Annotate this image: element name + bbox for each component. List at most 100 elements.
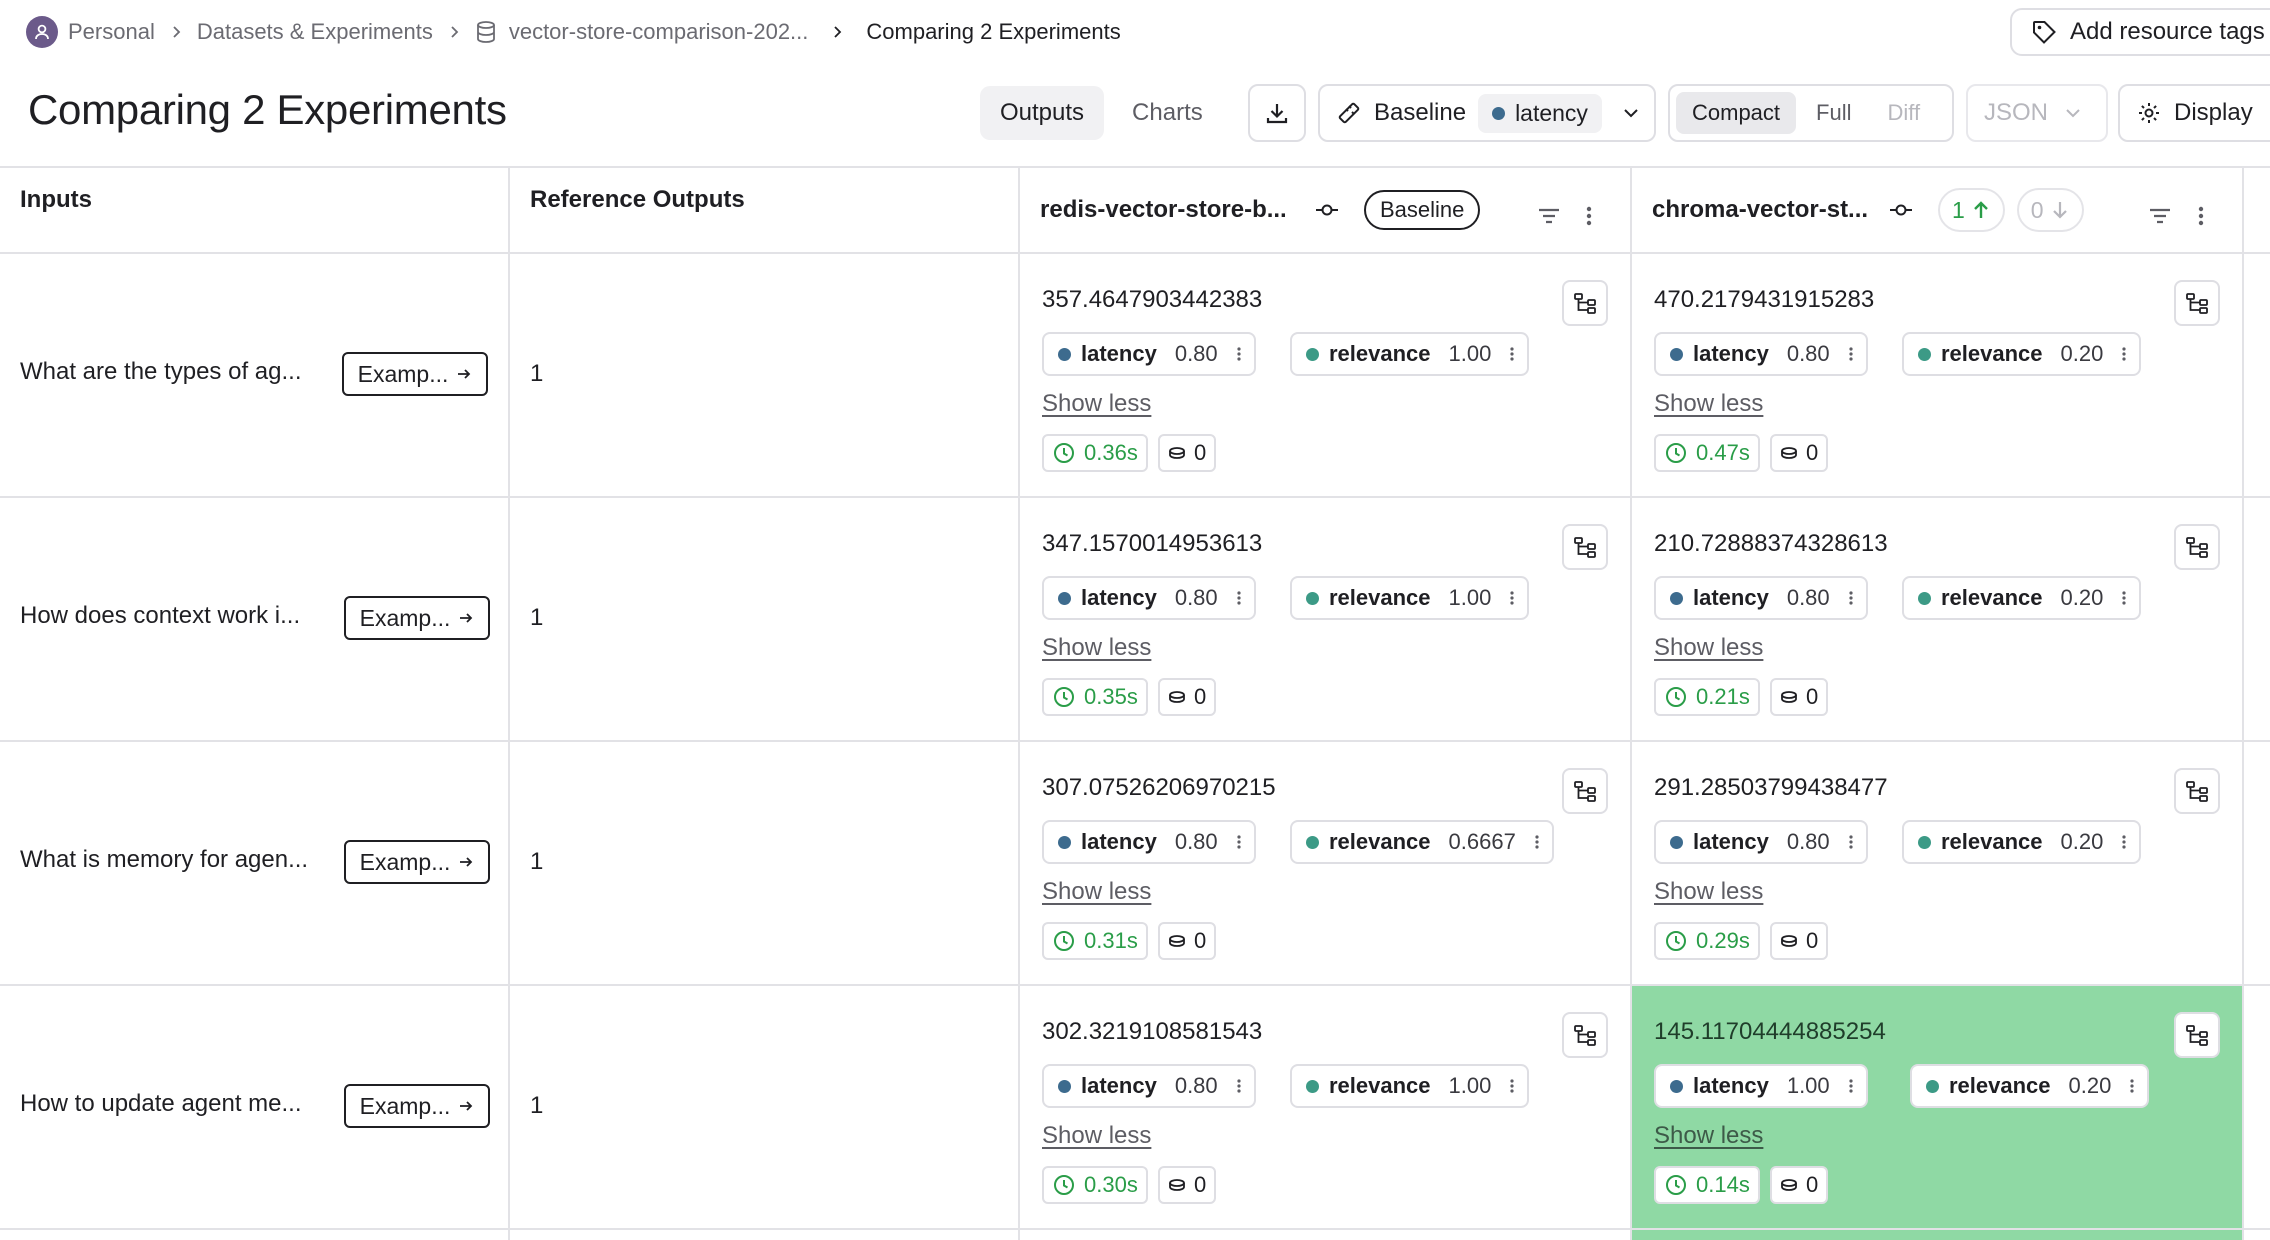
feedback-relevance-chip[interactable]: relevance 0.20 — [1910, 1064, 2150, 1108]
tab-outputs[interactable]: Outputs — [980, 86, 1105, 140]
display-button[interactable]: Display — [2118, 84, 2270, 142]
feedback-key: relevance — [1329, 585, 1431, 610]
open-trace-button[interactable] — [1562, 768, 1608, 814]
more-vertical-icon[interactable] — [2194, 202, 2208, 230]
output-value: 291.28503799438477 — [1654, 774, 1888, 801]
view-mode-toggle: Compact Full Diff — [1668, 84, 1954, 142]
show-less-link[interactable]: Show less — [1042, 390, 1151, 418]
open-trace-button[interactable] — [1562, 524, 1608, 570]
show-less-link[interactable]: Show less — [1654, 634, 1763, 662]
open-trace-button[interactable] — [2174, 768, 2220, 814]
show-less-link[interactable]: Show less — [1654, 1122, 1763, 1150]
improved-count-badge[interactable]: 1 — [1938, 188, 2005, 232]
show-less-link[interactable]: Show less — [1042, 634, 1151, 662]
tokens-icon — [1168, 690, 1186, 704]
feedback-relevance-chip[interactable]: relevance 0.20 — [1902, 332, 2142, 376]
token-count: 0 — [1194, 684, 1207, 709]
feedback-latency-chip[interactable]: latency 0.80 — [1042, 820, 1256, 864]
feedback-relevance-chip[interactable]: relevance 1.00 — [1290, 332, 1530, 376]
open-trace-button[interactable] — [2174, 1012, 2220, 1058]
token-count: 0 — [1806, 928, 1819, 953]
trace-tree-icon — [2184, 1022, 2210, 1048]
feedback-latency-chip[interactable]: latency 0.80 — [1042, 576, 1256, 620]
output-value: 210.72888374328613 — [1654, 530, 1888, 557]
tab-charts[interactable]: Charts — [1112, 86, 1223, 140]
feedback-latency-chip[interactable]: latency 0.80 — [1042, 1064, 1256, 1108]
breadcrumb-dataset[interactable]: vector-store-comparison-202... — [509, 19, 809, 45]
feedback-latency-chip[interactable]: latency 0.80 — [1654, 576, 1868, 620]
feedback-relevance-chip[interactable]: relevance 0.20 — [1902, 576, 2142, 620]
more-vertical-icon[interactable] — [1236, 1077, 1242, 1095]
more-vertical-icon[interactable] — [1848, 345, 1854, 363]
more-vertical-icon[interactable] — [1509, 1077, 1515, 1095]
feedback-relevance-chip[interactable]: relevance 1.00 — [1290, 576, 1530, 620]
open-trace-button[interactable] — [2174, 280, 2220, 326]
filter-icon[interactable] — [2146, 202, 2174, 230]
feedback-score: 0.20 — [2060, 585, 2104, 610]
feedback-relevance-chip[interactable]: relevance 1.00 — [1290, 1064, 1530, 1108]
row-divider — [0, 252, 2270, 254]
input-text: How does context work i... — [20, 602, 301, 629]
baseline-badge: Baseline — [1364, 190, 1481, 230]
more-vertical-icon[interactable] — [1236, 345, 1242, 363]
feedback-latency-chip[interactable]: latency 0.80 — [1042, 332, 1256, 376]
breadcrumb-personal[interactable]: Personal — [68, 19, 155, 45]
show-less-link[interactable]: Show less — [1042, 1122, 1151, 1150]
clock-icon — [1052, 929, 1076, 953]
more-vertical-icon[interactable] — [2121, 833, 2127, 851]
open-trace-button[interactable] — [1562, 1012, 1608, 1058]
view-mode-full[interactable]: Full — [1800, 92, 1867, 134]
feedback-score: 0.80 — [1786, 585, 1830, 610]
more-vertical-icon[interactable] — [1848, 1077, 1854, 1095]
show-less-link[interactable]: Show less — [1654, 390, 1763, 418]
feedback-key: latency — [1081, 829, 1157, 854]
show-less-link[interactable]: Show less — [1654, 878, 1763, 906]
view-mode-compact[interactable]: Compact — [1676, 92, 1797, 134]
breadcrumb-datasets[interactable]: Datasets & Experiments — [197, 19, 433, 45]
feedback-latency-chip[interactable]: latency 0.80 — [1654, 820, 1868, 864]
feedback-latency-chip[interactable]: latency 0.80 — [1654, 332, 1868, 376]
more-vertical-icon[interactable] — [1848, 833, 1854, 851]
tokens-icon — [1168, 446, 1186, 460]
more-vertical-icon[interactable] — [2121, 589, 2127, 607]
feedback-relevance-chip[interactable]: relevance 0.20 — [1902, 820, 2142, 864]
feedback-relevance-chip[interactable]: relevance 0.6667 — [1290, 820, 1554, 864]
output-value: 347.1570014953613 — [1042, 530, 1263, 557]
feedback-key: relevance — [1941, 585, 2043, 610]
output-value: 470.2179431915283 — [1654, 286, 1875, 313]
more-vertical-icon[interactable] — [1236, 833, 1242, 851]
more-vertical-icon[interactable] — [1236, 589, 1242, 607]
open-trace-button[interactable] — [1562, 280, 1608, 326]
filter-icon[interactable] — [1535, 202, 1563, 230]
feedback-score: 0.20 — [2060, 341, 2104, 366]
more-vertical-icon[interactable] — [2121, 345, 2127, 363]
experiment-name[interactable]: chroma-vector-st... — [1652, 196, 1888, 224]
view-mode-diff[interactable]: Diff — [1872, 92, 1937, 134]
view-example-button[interactable]: Examp... — [344, 596, 490, 640]
tokens-pill: 0 — [1770, 434, 1829, 472]
regressed-count-badge[interactable]: 0 — [2016, 188, 2084, 232]
more-vertical-icon[interactable] — [1509, 589, 1515, 607]
add-resource-tags-button[interactable]: Add resource tags — [2010, 8, 2270, 56]
experiment-name[interactable]: redis-vector-store-b... — [1040, 196, 1314, 224]
more-vertical-icon[interactable] — [1509, 345, 1515, 363]
download-button[interactable] — [1248, 84, 1306, 142]
open-trace-button[interactable] — [2174, 524, 2220, 570]
format-selector[interactable]: JSON — [1966, 84, 2108, 142]
chevron-right-icon — [447, 25, 461, 39]
more-vertical-icon[interactable] — [2129, 1077, 2135, 1095]
column-divider — [1630, 168, 1632, 1240]
view-example-button[interactable]: Examp... — [344, 840, 490, 884]
show-less-link[interactable]: Show less — [1042, 878, 1151, 906]
commit-icon — [1314, 197, 1340, 223]
view-tabs: Outputs Charts — [980, 86, 1223, 140]
run-time: 0.30s — [1084, 1172, 1138, 1197]
more-vertical-icon[interactable] — [1848, 589, 1854, 607]
baseline-selector[interactable]: Baseline latency — [1318, 84, 1656, 142]
input-text: How to update agent me... — [20, 1090, 302, 1117]
feedback-latency-chip[interactable]: latency 1.00 — [1654, 1064, 1868, 1108]
more-vertical-icon[interactable] — [1582, 202, 1596, 230]
view-example-button[interactable]: Examp... — [344, 1084, 490, 1128]
more-vertical-icon[interactable] — [1534, 833, 1540, 851]
view-example-button[interactable]: Examp... — [342, 352, 488, 396]
